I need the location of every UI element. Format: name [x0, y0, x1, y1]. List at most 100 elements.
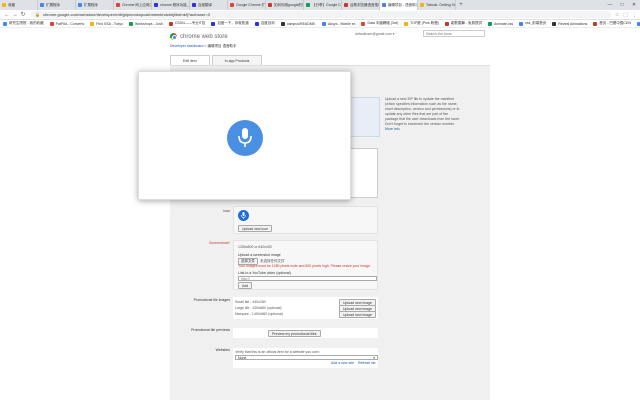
- bookmark-item[interactable]: Reveal Animations: [552, 21, 588, 26]
- bookmark-item[interactable]: 能歌善舞 - 免費提供: [444, 21, 482, 26]
- bookmark-item[interactable]: Data 中國網絡 (3rd): [361, 21, 398, 26]
- chevron-down-icon: ▾: [373, 355, 375, 360]
- tab-favicon-icon: [306, 3, 310, 7]
- browser-tab[interactable]: 百度翻译: [190, 0, 228, 10]
- browser-tab[interactable]: 谷歌浏览器语音搜索插件: [342, 0, 380, 10]
- promo-tiles-section: Small tile - 440x280 Upload new image La…: [233, 297, 378, 319]
- bookmark-item[interactable]: Find SSA - Tokyo: [90, 21, 123, 26]
- bookmark-label: Data 中國網絡 (3rd): [367, 21, 399, 25]
- address-bar: ← → ↻ 🔒 chrome.google.com/webstore/devel…: [0, 10, 640, 20]
- browser-tab[interactable]: 收藏: [0, 0, 38, 10]
- tab-favicon-icon: [230, 3, 234, 7]
- tab-edit-item[interactable]: Edit item: [170, 55, 210, 65]
- bookmark-item[interactable]: CSDN——专业IT技: [168, 21, 205, 26]
- extension-icon[interactable]: ⬚: [623, 12, 628, 18]
- store-logo[interactable]: chrome web store: [170, 33, 228, 40]
- url-input[interactable]: 🔒 chrome.google.com/webstore/developer/e…: [31, 11, 611, 18]
- bookmark-item[interactable]: Animate.css: [488, 21, 513, 26]
- browser-tab[interactable]: 扩展程序: [38, 0, 76, 10]
- bookmark-item[interactable]: PaiPIIA - Converts: [49, 21, 84, 26]
- tab-title: 收藏: [8, 2, 15, 7]
- browser-tab[interactable]: 扩展程序: [76, 0, 114, 10]
- star-icon[interactable]: ☆: [615, 12, 619, 18]
- add-video-button[interactable]: Add: [238, 282, 253, 289]
- forward-icon[interactable]: →: [11, 12, 19, 18]
- browser-tab[interactable]: 编辑项目 - 语音助手 - Edit Item: [380, 0, 418, 10]
- upload-marquee-button[interactable]: Upload new image: [339, 311, 376, 318]
- preview-tiles-button[interactable]: Preview my promotional tiles: [268, 330, 321, 337]
- tab-title: Chrome 网上应用店 - 扩展程序: [122, 2, 152, 7]
- tab-favicon-icon: [344, 3, 348, 7]
- tab-favicon-icon: [116, 3, 120, 7]
- tab-favicon-icon: [420, 3, 424, 7]
- video-url-input[interactable]: [238, 276, 377, 281]
- website-links: Add a new site Refresh list: [331, 361, 375, 365]
- bookmark-item[interactable]: 百度一下，你就知道: [211, 21, 249, 26]
- websites-label: Websites: [215, 348, 230, 352]
- bookmark-label: campus/README.: [286, 21, 316, 26]
- microphone-icon[interactable]: [227, 120, 263, 156]
- add-site-link[interactable]: Add a new site: [331, 361, 354, 365]
- tab-title: 扩展程序: [84, 2, 98, 7]
- bookmark-favicon-icon: [519, 21, 524, 26]
- tab-favicon-icon: [192, 3, 196, 7]
- bookmark-label: Reveal Animations: [558, 21, 588, 26]
- tab-favicon-icon: [78, 3, 82, 7]
- reload-icon[interactable]: ↻: [19, 11, 27, 18]
- tab-title: 编辑项目 - 语音助手 - Edit Item: [388, 2, 418, 7]
- back-icon[interactable]: ←: [3, 12, 11, 18]
- promo-large-name: Large tile - 920x680: [235, 306, 266, 311]
- browser-tab[interactable]: 【分享】Google Chrome 扩: [304, 0, 342, 10]
- tab-in-app-products[interactable]: In-app Products: [211, 55, 263, 65]
- bookmark-item[interactable]: Aksys - Mobile ex: [322, 21, 355, 26]
- new-tab-button[interactable]: +: [456, 0, 466, 10]
- screenshot-error: Your images must be 1280 pixels wide and…: [238, 264, 371, 268]
- bookmark-item[interactable]: Workshops - Justi: [129, 21, 163, 26]
- bookmark-item[interactable]: campus/README.: [280, 21, 316, 26]
- bookmark-favicon-icon: [444, 21, 449, 26]
- package-help-text: Upload a new ZIP file to update the mani…: [385, 97, 460, 132]
- website-select[interactable]: None ▾: [235, 355, 378, 360]
- bookmark-item[interactable]: TOP推 (Pink 粉橙): [404, 21, 439, 26]
- promo-tiles-label: Promotional tile images: [193, 298, 230, 302]
- item-icon-preview: [238, 210, 249, 221]
- browser-tab[interactable]: Google Chrome 扩展: [228, 0, 266, 10]
- store-search-input[interactable]: [423, 30, 485, 37]
- browser-tab[interactable]: 如何利用google的语音: [266, 0, 304, 10]
- promo-previews-section: Preview my promotional tiles: [233, 328, 378, 338]
- close-window-button[interactable]: ✕: [628, 0, 640, 10]
- tab-title: 扩展程序: [46, 2, 60, 7]
- detailed-description-textarea[interactable]: [350, 148, 378, 198]
- promo-marquee-row: Marquee - 1400x560 (optional) Upload new…: [235, 311, 376, 318]
- bookmark-item[interactable]: 首页 - 巴基中国CDN: [593, 21, 631, 26]
- minimize-button[interactable]: —: [604, 0, 616, 10]
- bookmark-item[interactable]: 百度百科: [254, 21, 275, 26]
- refresh-list-link[interactable]: Refresh list: [358, 361, 376, 365]
- bookmark-favicon-icon: [552, 21, 557, 26]
- bookmark-label: css_前端首页: [525, 21, 547, 25]
- bookmark-label: 百度一下，你就知道: [217, 21, 249, 25]
- browser-tab-bar: 收藏 扩展程序 扩展程序 Chrome 网上应用店 - 扩展程序 chrome 程序功能…: [0, 0, 640, 10]
- bookmark-favicon-icon: [404, 21, 409, 26]
- bookmark-item[interactable]: 研究生院院 - 我的收藏: [3, 21, 44, 26]
- browser-tab[interactable]: chrome 程序功能_百度搜索: [152, 0, 190, 10]
- menu-icon[interactable]: ⋮: [632, 12, 637, 18]
- maximize-button[interactable]: □: [616, 0, 628, 10]
- package-upload-area: [350, 97, 380, 137]
- upload-icon-button[interactable]: Upload new icon: [238, 225, 272, 232]
- user-account[interactable]: defaultuser@gmail.com ▾: [355, 32, 395, 36]
- browser-tab[interactable]: Chrome 网上应用店 - 扩展程序: [114, 0, 152, 10]
- verify-site-text: Verify that this is an official item for…: [235, 350, 320, 354]
- tab-title: 【分享】Google Chrome 扩: [312, 2, 341, 7]
- url-text: chrome.google.com/webstore/developer/edi…: [42, 12, 211, 17]
- tab-favicon-icon: [268, 3, 272, 7]
- tab-favicon-icon: [2, 3, 6, 7]
- bookmark-item[interactable]: css_前端首页: [519, 21, 546, 26]
- browser-tab[interactable]: Tabook: Getting Started: [418, 0, 456, 10]
- bookmark-favicon-icon: [211, 21, 216, 26]
- bookmark-favicon-icon: [168, 21, 173, 26]
- bookmark-label: Workshops - Justi: [135, 21, 163, 26]
- bookmark-favicon-icon: [49, 21, 54, 26]
- breadcrumb-dashboard-link[interactable]: Developer dashboard: [170, 44, 203, 48]
- more-info-link[interactable]: More info: [385, 127, 400, 131]
